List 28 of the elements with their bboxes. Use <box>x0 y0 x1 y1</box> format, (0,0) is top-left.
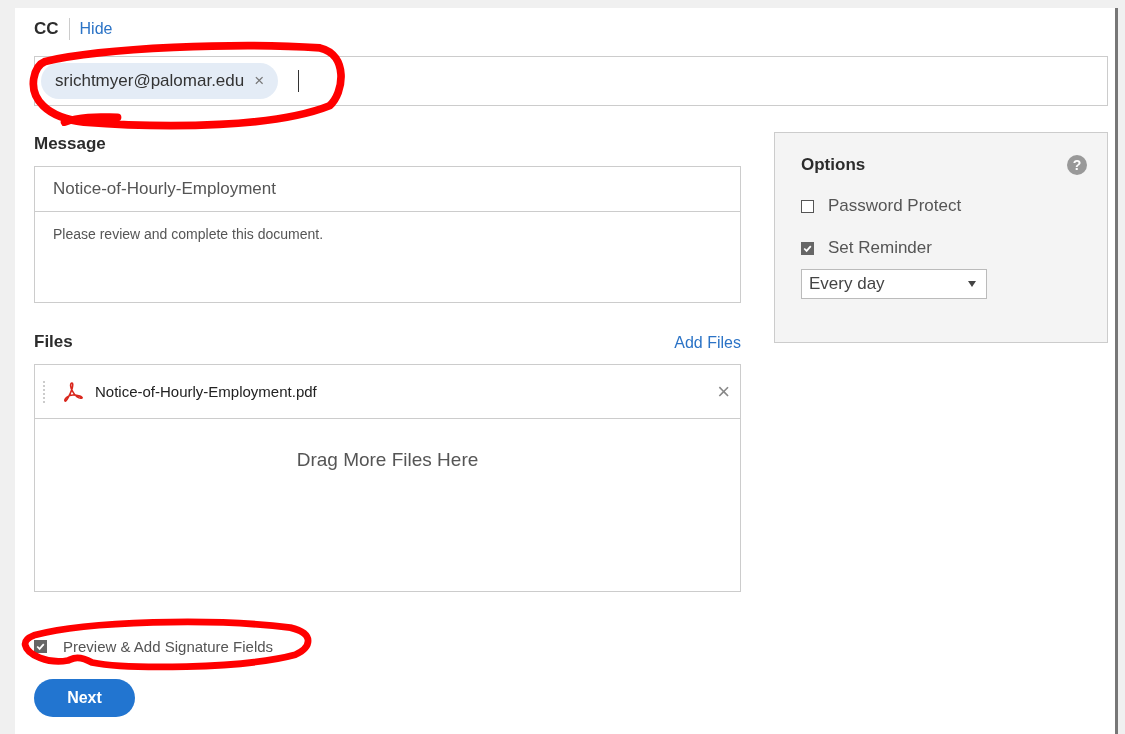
checkbox[interactable] <box>34 639 47 653</box>
checkbox[interactable] <box>801 199 814 213</box>
recipient-chip[interactable]: srichtmyer@palomar.edu × <box>41 63 279 99</box>
hide-link[interactable]: Hide <box>79 20 113 38</box>
text-cursor <box>298 70 300 92</box>
drop-hint: Drag More Files Here <box>296 449 479 472</box>
dropdown-icon <box>968 281 976 287</box>
subject-field[interactable]: Notice-of-Hourly-Employment <box>35 167 740 212</box>
cc-label: CC <box>34 19 59 39</box>
remove-file-button[interactable]: × <box>717 378 730 405</box>
remove-button[interactable]: × <box>254 71 265 91</box>
next-button[interactable]: Next <box>34 679 135 717</box>
files-label: Files <box>34 332 73 352</box>
reminder-select[interactable]: Every day <box>801 269 987 299</box>
options-title: Options <box>801 155 866 175</box>
preview-label: Preview & Add Signature Fields <box>63 637 274 655</box>
file-name: Notice-of-Hourly-Employment.pdf <box>95 383 318 400</box>
drag-handle-icon[interactable] <box>43 380 45 403</box>
message-field[interactable]: Please review and complete this document. <box>35 212 740 256</box>
message-label: Message <box>34 134 107 154</box>
cc-field[interactable]: srichtmyer@palomar.edu × <box>34 56 1108 106</box>
pdf-icon <box>61 379 85 404</box>
option-label: Password Protect <box>828 196 962 216</box>
add-files-link[interactable]: Add Files <box>674 334 741 352</box>
option-label: Set Reminder <box>828 238 932 258</box>
checkbox[interactable] <box>801 241 814 255</box>
file-row[interactable]: Notice-of-Hourly-Employment.pdf × <box>35 365 740 419</box>
drop-zone[interactable]: Drag More Files Here <box>35 419 740 591</box>
